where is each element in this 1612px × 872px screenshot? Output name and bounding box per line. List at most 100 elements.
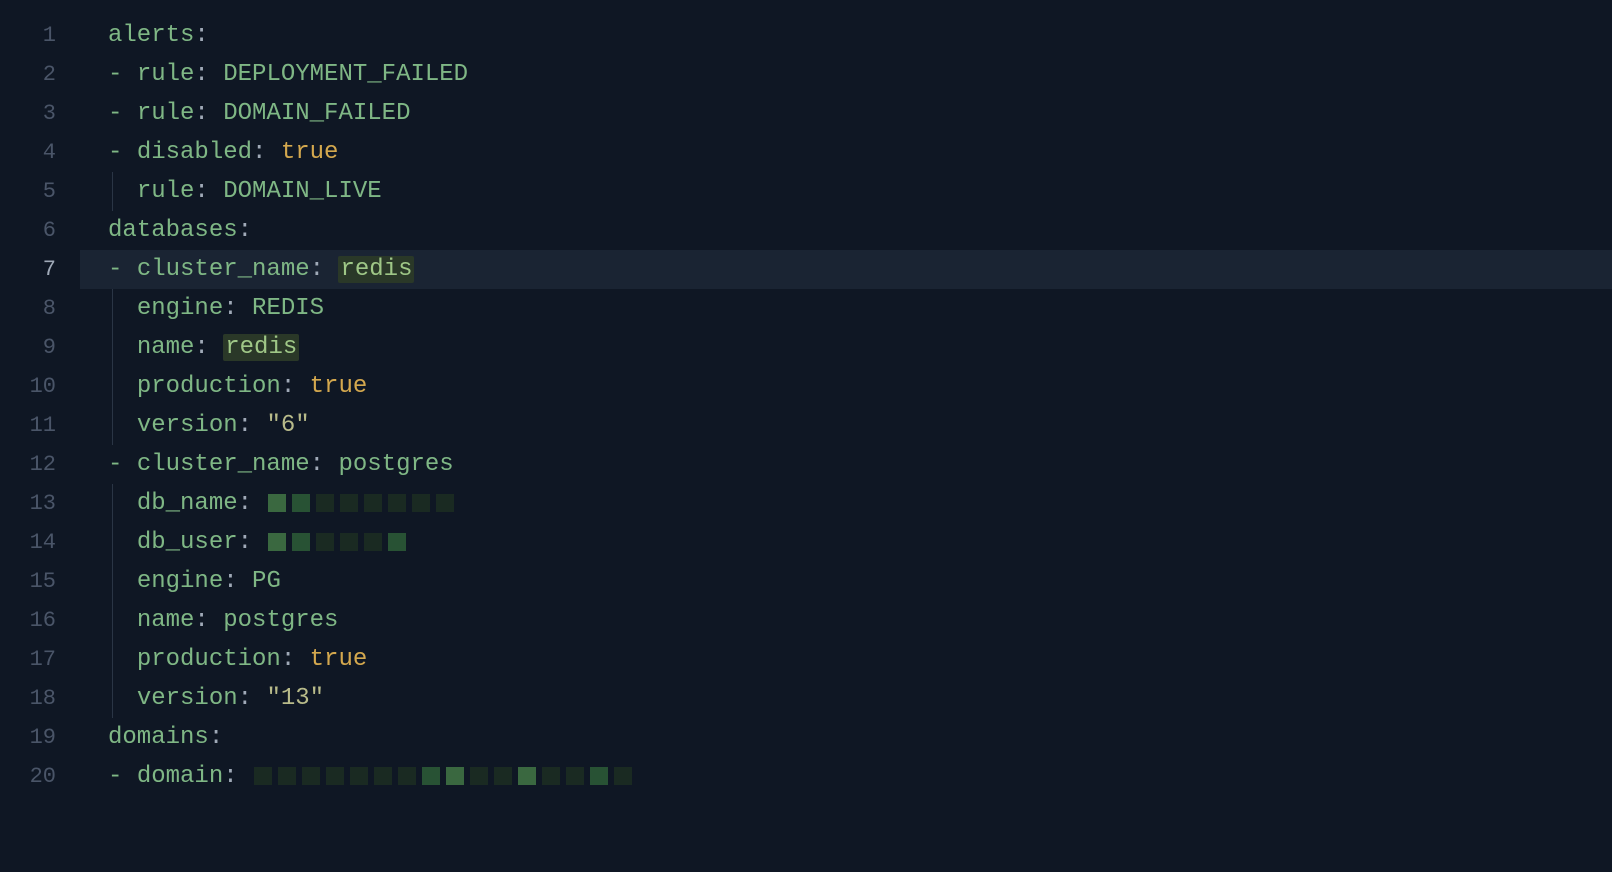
token-key: databases (108, 217, 238, 244)
code-line[interactable]: domains: (80, 718, 1612, 757)
token-key: version (137, 412, 238, 439)
line-number: 13 (0, 484, 80, 523)
token-key: db_user (137, 529, 238, 556)
token-colon: : (310, 451, 339, 478)
token-colon: : (223, 763, 252, 790)
code-line[interactable]: production: true (80, 367, 1612, 406)
code-line[interactable]: alerts: (80, 16, 1612, 55)
token-colon: : (194, 61, 223, 88)
token-match: redis (223, 334, 299, 361)
line-number: 2 (0, 55, 80, 94)
line-number: 7 (0, 250, 80, 289)
code-line[interactable]: - domain: (80, 757, 1612, 796)
indent-guide (112, 562, 113, 601)
redacted-value (254, 767, 632, 785)
token-key: version (137, 685, 238, 712)
line-number: 20 (0, 757, 80, 796)
indent-guide (112, 172, 113, 211)
code-line[interactable]: name: postgres (80, 601, 1612, 640)
token-colon: : (281, 373, 310, 400)
line-number: 14 (0, 523, 80, 562)
indent-guide (112, 484, 113, 523)
line-number: 3 (0, 94, 80, 133)
line-number: 1 (0, 16, 80, 55)
code-line[interactable]: db_user: (80, 523, 1612, 562)
token-colon: : (209, 724, 223, 751)
token-key: cluster_name (137, 451, 310, 478)
code-line[interactable]: - cluster_name: postgres (80, 445, 1612, 484)
token-string: "6" (266, 412, 309, 439)
token-key: db_name (137, 490, 238, 517)
indent-guide (112, 289, 113, 328)
token-bool: true (310, 373, 368, 400)
token-key: production (137, 373, 281, 400)
code-editor[interactable]: 1234567891011121314151617181920 alerts:-… (0, 0, 1612, 872)
code-line[interactable]: engine: PG (80, 562, 1612, 601)
code-line[interactable]: - rule: DEPLOYMENT_FAILED (80, 55, 1612, 94)
token-colon: : (194, 178, 223, 205)
token-dash: - (108, 100, 137, 127)
code-line[interactable]: name: redis (80, 328, 1612, 367)
token-value: DOMAIN_FAILED (223, 100, 410, 127)
token-dash: - (108, 139, 137, 166)
code-line[interactable]: rule: DOMAIN_LIVE (80, 172, 1612, 211)
code-line[interactable]: databases: (80, 211, 1612, 250)
token-key: production (137, 646, 281, 673)
line-number: 4 (0, 133, 80, 172)
token-colon: : (281, 646, 310, 673)
token-value: postgres (223, 607, 338, 634)
token-key: cluster_name (137, 256, 310, 283)
token-dash: - (108, 451, 137, 478)
indent-guide (112, 367, 113, 406)
indent-guide (112, 640, 113, 679)
token-colon: : (223, 568, 252, 595)
code-line[interactable]: - rule: DOMAIN_FAILED (80, 94, 1612, 133)
token-dash: - (108, 256, 137, 283)
indent-guide (112, 601, 113, 640)
line-number: 6 (0, 211, 80, 250)
token-colon: : (194, 100, 223, 127)
token-key: disabled (137, 139, 252, 166)
token-key: alerts (108, 22, 194, 49)
line-number: 19 (0, 718, 80, 757)
line-number: 15 (0, 562, 80, 601)
token-dash: - (108, 61, 137, 88)
indent-guide (112, 679, 113, 718)
token-colon: : (238, 412, 267, 439)
line-number: 10 (0, 367, 80, 406)
token-key: name (137, 334, 195, 361)
code-line[interactable]: db_name: (80, 484, 1612, 523)
token-match: redis (338, 256, 414, 283)
token-value: postgres (338, 451, 453, 478)
indent-guide (112, 328, 113, 367)
code-line[interactable]: version: "6" (80, 406, 1612, 445)
code-line[interactable]: - disabled: true (80, 133, 1612, 172)
line-number: 12 (0, 445, 80, 484)
code-line[interactable]: engine: REDIS (80, 289, 1612, 328)
redacted-value (268, 533, 406, 551)
token-colon: : (252, 139, 281, 166)
token-colon: : (194, 22, 208, 49)
code-line[interactable]: - cluster_name: redis (80, 250, 1612, 289)
token-key: domains (108, 724, 209, 751)
token-key: engine (137, 295, 223, 322)
code-line[interactable]: version: "13" (80, 679, 1612, 718)
line-number: 17 (0, 640, 80, 679)
token-dash: - (108, 763, 137, 790)
token-colon: : (194, 334, 223, 361)
line-number: 11 (0, 406, 80, 445)
token-colon: : (238, 217, 252, 244)
indent-guide (112, 406, 113, 445)
token-value: REDIS (252, 295, 324, 322)
token-colon: : (194, 607, 223, 634)
indent-guide (112, 523, 113, 562)
token-value: DOMAIN_LIVE (223, 178, 381, 205)
token-colon: : (223, 295, 252, 322)
code-area[interactable]: alerts:- rule: DEPLOYMENT_FAILED- rule: … (80, 0, 1612, 872)
token-bool: true (281, 139, 339, 166)
token-key: rule (137, 61, 195, 88)
token-colon: : (238, 490, 267, 517)
line-number: 8 (0, 289, 80, 328)
code-line[interactable]: production: true (80, 640, 1612, 679)
token-value: DEPLOYMENT_FAILED (223, 61, 468, 88)
